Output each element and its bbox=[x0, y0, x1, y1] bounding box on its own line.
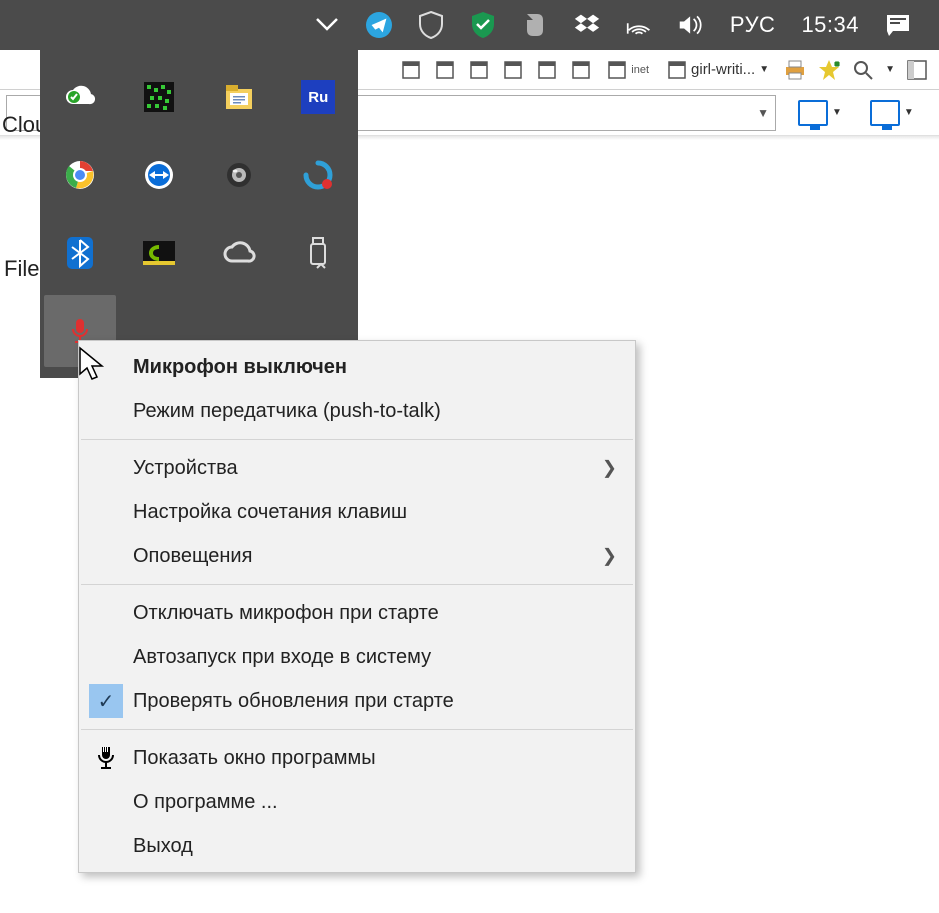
search-icon[interactable] bbox=[851, 58, 875, 82]
menu-item-label: О программе ... bbox=[133, 791, 635, 814]
nvidia-icon[interactable] bbox=[140, 234, 178, 272]
menu-item-label: Выход bbox=[133, 835, 635, 858]
menu-item-about[interactable]: О программе ... bbox=[79, 780, 635, 824]
document-tab[interactable]: girl-writi... ▼ bbox=[663, 58, 773, 82]
submenu-arrow-icon: ❯ bbox=[602, 458, 617, 479]
kaspersky-shield-icon[interactable] bbox=[470, 12, 496, 38]
menu-item-push-to-talk[interactable]: Режим передатчика (push-to-talk) bbox=[79, 389, 635, 433]
menu-item-hotkeys[interactable]: Настройка сочетания клавиш bbox=[79, 490, 635, 534]
menu-separator bbox=[81, 729, 633, 730]
clock[interactable]: 15:34 bbox=[801, 12, 859, 38]
speaker-icon[interactable] bbox=[220, 156, 258, 194]
dropdown-arrow-icon[interactable]: ▼ bbox=[885, 64, 895, 75]
checkmark-icon: ✓ bbox=[89, 684, 123, 718]
tab-icon[interactable] bbox=[569, 58, 593, 82]
dropbox-icon[interactable] bbox=[574, 12, 600, 38]
favorite-icon[interactable] bbox=[817, 58, 841, 82]
menu-item-show-window[interactable]: Показать окно программы bbox=[79, 736, 635, 780]
creative-cloud-icon[interactable] bbox=[220, 234, 258, 272]
print-icon[interactable] bbox=[783, 58, 807, 82]
dropdown-arrow-icon: ▼ bbox=[759, 64, 769, 75]
menu-item-label: Показать окно программы bbox=[133, 747, 635, 770]
bluetooth-icon[interactable] bbox=[61, 234, 99, 272]
panel-icon[interactable] bbox=[905, 58, 929, 82]
menu-item-mic-off[interactable]: Микрофон выключен bbox=[79, 345, 635, 389]
greenshot-icon[interactable] bbox=[140, 78, 178, 116]
submenu-arrow-icon: ❯ bbox=[602, 546, 617, 567]
recorder-icon[interactable] bbox=[299, 156, 337, 194]
telegram-icon[interactable] bbox=[366, 12, 392, 38]
adobe-ru-icon[interactable]: Ru bbox=[299, 78, 337, 116]
background-text: File bbox=[0, 256, 39, 282]
document-tab-label: girl-writi... bbox=[691, 61, 755, 78]
volume-icon[interactable] bbox=[678, 12, 704, 38]
system-taskbar: РУС 15:34 bbox=[0, 0, 939, 50]
notification-icon[interactable] bbox=[885, 12, 911, 38]
tab-icon[interactable] bbox=[535, 58, 559, 82]
shield-icon[interactable] bbox=[418, 12, 444, 38]
monitor-button-2[interactable]: ▼ bbox=[842, 100, 914, 126]
menu-item-autostart[interactable]: Автозапуск при входе в систему bbox=[79, 635, 635, 679]
monitor-icon bbox=[798, 100, 828, 126]
menu-item-label: Устройства bbox=[133, 457, 635, 480]
teamviewer-icon[interactable] bbox=[140, 156, 178, 194]
tab-icon[interactable] bbox=[433, 58, 457, 82]
menu-item-exit[interactable]: Выход bbox=[79, 824, 635, 868]
menu-gutter: ✓ bbox=[79, 684, 133, 718]
menu-item-notifications[interactable]: Оповещения ❯ bbox=[79, 534, 635, 578]
inet-tab[interactable]: inet bbox=[603, 58, 653, 82]
menu-item-devices[interactable]: Устройства ❯ bbox=[79, 446, 635, 490]
menu-separator bbox=[81, 584, 633, 585]
dropdown-arrow-icon: ▼ bbox=[832, 107, 842, 118]
language-indicator[interactable]: РУС bbox=[730, 12, 776, 38]
evernote-icon[interactable] bbox=[522, 12, 548, 38]
tray-overflow-panel: Ru bbox=[40, 50, 358, 378]
chevron-down-icon[interactable]: ▼ bbox=[757, 106, 769, 120]
menu-item-label: Автозапуск при входе в систему bbox=[133, 646, 635, 669]
chevron-down-icon[interactable] bbox=[314, 12, 340, 38]
menu-item-label: Отключать микрофон при старте bbox=[133, 602, 635, 625]
menu-item-check-updates[interactable]: ✓ Проверять обновления при старте bbox=[79, 679, 635, 723]
tab-icon[interactable] bbox=[467, 58, 491, 82]
monitor-icon bbox=[870, 100, 900, 126]
menu-gutter bbox=[79, 745, 133, 771]
microphone-icon bbox=[95, 745, 117, 771]
cloud-sync-icon[interactable] bbox=[61, 78, 99, 116]
menu-item-label: Настройка сочетания клавиш bbox=[133, 501, 635, 524]
menu-item-label: Оповещения bbox=[133, 545, 635, 568]
tab-icon[interactable] bbox=[501, 58, 525, 82]
chrome-icon[interactable] bbox=[61, 156, 99, 194]
tray-context-menu: Микрофон выключен Режим передатчика (pus… bbox=[78, 340, 636, 873]
folder-icon[interactable] bbox=[220, 78, 258, 116]
menu-item-label: Проверять обновления при старте bbox=[133, 690, 635, 713]
wifi-icon[interactable] bbox=[626, 12, 652, 38]
inet-label: inet bbox=[631, 64, 649, 76]
menu-item-label: Микрофон выключен bbox=[133, 356, 635, 379]
menu-separator bbox=[81, 439, 633, 440]
usb-device-icon[interactable] bbox=[299, 234, 337, 272]
menu-item-mute-on-start[interactable]: Отключать микрофон при старте bbox=[79, 591, 635, 635]
tab-icon[interactable] bbox=[399, 58, 423, 82]
monitor-button-1[interactable]: ▼ bbox=[776, 100, 842, 126]
menu-item-label: Режим передатчика (push-to-talk) bbox=[133, 400, 635, 423]
dropdown-arrow-icon: ▼ bbox=[904, 107, 914, 118]
